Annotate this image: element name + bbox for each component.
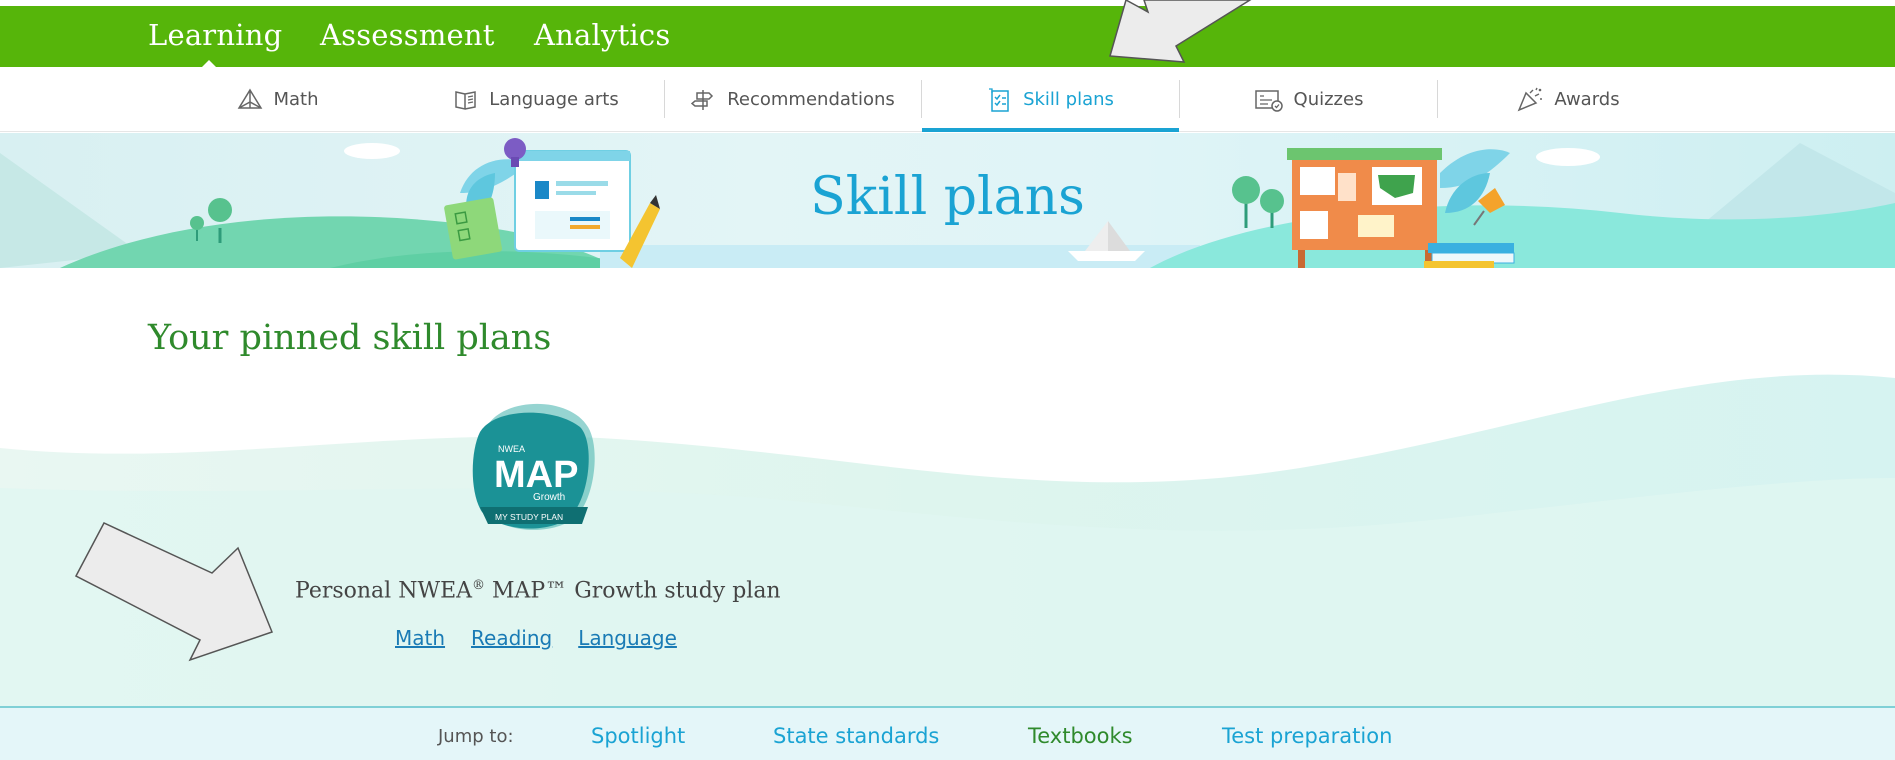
annotation-arrow-bottom: [74, 522, 273, 662]
tab-recommendations[interactable]: Recommendations: [665, 67, 921, 132]
footer-link-spotlight[interactable]: Spotlight: [591, 724, 685, 748]
jump-to-label: Jump to:: [438, 726, 514, 747]
tab-label: Recommendations: [727, 89, 895, 110]
tab-label: Math: [273, 89, 319, 110]
tab-label: Quizzes: [1293, 89, 1364, 110]
nav-analytics[interactable]: Analytics: [534, 18, 670, 52]
footer-link-test-preparation[interactable]: Test preparation: [1222, 724, 1392, 748]
tab-quizzes[interactable]: Quizzes: [1180, 67, 1437, 132]
plan-subject-links: Math Reading Language: [395, 626, 677, 650]
sub-navigation: Math Language arts Recommendations Skill…: [0, 67, 1895, 132]
tab-label: Skill plans: [1023, 89, 1114, 110]
nav-assessment[interactable]: Assessment: [320, 18, 495, 52]
plan-link-language[interactable]: Language: [578, 626, 677, 650]
annotation-arrow-top: [1109, 0, 1252, 63]
party-popper-icon: [1516, 87, 1544, 113]
page-title: Skill plans: [810, 167, 1085, 227]
top-navigation: Learning Assessment Analytics: [0, 6, 1895, 71]
badge-map: MAP: [494, 454, 578, 496]
tab-label: Language arts: [489, 89, 619, 110]
map-growth-badge[interactable]: NWEA MAP Growth MY STUDY PLAN: [470, 402, 598, 542]
signpost-icon: [691, 88, 717, 112]
registered-mark: ®: [472, 578, 486, 593]
pinned-plans-heading: Your pinned skill plans: [148, 318, 552, 358]
jump-to-footer: Jump to: Spotlight State standards Textb…: [0, 706, 1895, 760]
plan-title[interactable]: Personal NWEA® MAP™ Growth study plan: [295, 578, 781, 603]
badge-growth: Growth: [533, 492, 565, 503]
tab-skill-plans[interactable]: Skill plans: [922, 67, 1179, 132]
plan-link-math[interactable]: Math: [395, 626, 445, 650]
tab-label: Awards: [1554, 89, 1620, 110]
plan-link-reading[interactable]: Reading: [471, 626, 552, 650]
footer-link-textbooks[interactable]: Textbooks: [1028, 724, 1133, 748]
badge-nwea: NWEA: [498, 444, 525, 454]
checklist-icon: [987, 87, 1013, 113]
quiz-icon: [1254, 87, 1284, 113]
badge-study-plan: MY STUDY PLAN: [495, 512, 563, 522]
book-icon: [453, 88, 479, 112]
plan-title-prefix: Personal NWEA: [295, 578, 473, 604]
map-growth-logo: NWEA MAP Growth MY STUDY PLAN: [472, 403, 595, 530]
nav-learning[interactable]: Learning: [148, 18, 282, 52]
footer-link-state-standards[interactable]: State standards: [773, 724, 939, 748]
page-banner: Skill plans: [0, 133, 1895, 268]
plan-title-suffix: MAP™ Growth study plan: [485, 578, 781, 604]
tab-awards[interactable]: Awards: [1438, 67, 1698, 132]
pyramid-icon: [237, 88, 263, 112]
tab-math[interactable]: Math: [148, 67, 408, 132]
tab-language-arts[interactable]: Language arts: [408, 67, 664, 132]
